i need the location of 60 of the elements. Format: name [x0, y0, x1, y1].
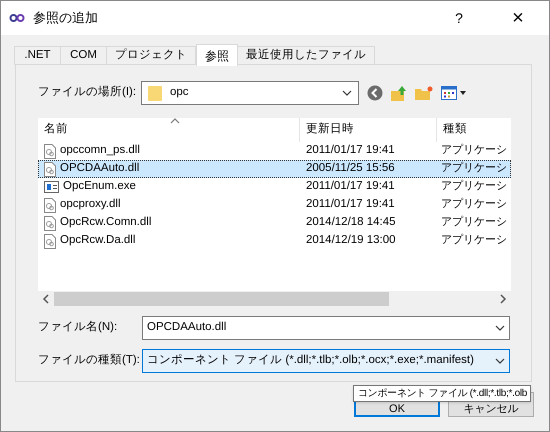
- field-label: ファイルの場所(I):: [38, 84, 138, 100]
- file-type: アプリケーシ: [441, 144, 507, 156]
- file-row[interactable]: opccomn_ps.dll 2011/01/17 19:41 アプリケーシ: [38, 142, 511, 160]
- window-icon: [44, 181, 59, 193]
- file-row[interactable]: opcproxy.dll 2011/01/17 19:41 アプリケーシ: [38, 196, 511, 214]
- column-header[interactable]: 更新日時: [300, 118, 437, 142]
- file-date: 2011/01/17 19:41: [306, 144, 395, 156]
- caret-icon: [495, 325, 505, 331]
- file-date: 2005/11/25 15:56: [306, 162, 395, 174]
- tab[interactable]: .NET: [14, 46, 61, 65]
- file-icon: [44, 162, 56, 176]
- file-type: アプリケーシ: [441, 234, 507, 246]
- file-name: OPCDAAuto.dll: [60, 161, 140, 176]
- file-name: opccomn_ps.dll: [60, 143, 140, 158]
- file-icon: [44, 216, 56, 230]
- scroll-left-icon[interactable]: [42, 294, 50, 304]
- file-row[interactable]: OpcRcw.Da.dll 2014/12/19 13:00 アプリケーシ: [38, 232, 511, 250]
- file-type: アプリケーシ: [441, 216, 507, 228]
- folder-icon: [148, 85, 162, 101]
- file-name: OpcEnum.exe: [63, 179, 136, 194]
- file-row[interactable]: OpcRcw.Comn.dll 2014/12/18 14:45 アプリケーシ: [38, 214, 511, 232]
- file-date: 2014/12/19 13:00: [306, 234, 396, 246]
- caret-icon: [495, 358, 505, 364]
- back-icon[interactable]: [367, 85, 383, 101]
- tab[interactable]: 参照: [196, 44, 238, 66]
- file-type: アプリケーシ: [441, 180, 507, 192]
- view-menu-icon[interactable]: [441, 85, 467, 101]
- new-folder-icon[interactable]: [415, 86, 433, 100]
- file-name: OpcRcw.Comn.dll: [60, 215, 152, 230]
- caret-icon: [342, 90, 352, 96]
- sort-caret-icon: [170, 118, 180, 124]
- scrollbar-thumb[interactable]: [54, 292, 389, 306]
- column-header[interactable]: 種類: [437, 118, 511, 142]
- help-button[interactable]: ?: [439, 8, 479, 28]
- close-button[interactable]: ×: [495, 8, 541, 28]
- file-name: OpcRcw.Da.dll: [60, 233, 136, 248]
- file-icon: [44, 234, 56, 248]
- file-name-field[interactable]: OPCDAAuto.dll: [142, 316, 510, 340]
- file-row[interactable]: OPCDAAuto.dll 2005/11/25 15:56 アプリケーシ: [38, 160, 511, 178]
- window-title: 参照の追加: [33, 9, 98, 28]
- field-label: ファイルの種類(T):: [38, 352, 141, 368]
- file-row[interactable]: OpcEnum.exe 2011/01/17 19:41 アプリケーシ: [38, 178, 511, 196]
- file-name: opcproxy.dll: [60, 197, 121, 212]
- file-date: 2011/01/17 19:41: [306, 180, 395, 192]
- folder-up-icon[interactable]: [391, 85, 407, 101]
- file-icon: [44, 144, 56, 158]
- file-type: アプリケーシ: [441, 162, 507, 174]
- tab[interactable]: 最近使用したファイル: [237, 46, 375, 65]
- scroll-right-icon[interactable]: [499, 294, 507, 304]
- file-date: 2014/12/18 14:45: [306, 216, 396, 228]
- tab[interactable]: プロジェクト: [106, 46, 196, 65]
- file-date: 2011/01/17 19:41: [306, 198, 395, 210]
- link-icon: [9, 13, 25, 23]
- file-icon: [44, 198, 56, 212]
- file-type-dropdown[interactable]: コンポーネント ファイル (*.dll;*.tlb;*.olb;*.ocx;*.exe;*.manifest): [142, 349, 510, 373]
- field-label: ファイル名(N):: [38, 320, 118, 336]
- tooltip: コンポーネント ファイル (*.dll;*.tlb;*.olb: [353, 385, 532, 402]
- column-header[interactable]: 名前: [38, 118, 300, 142]
- location-dropdown[interactable]: opc: [141, 81, 359, 105]
- file-type: アプリケーシ: [441, 198, 507, 210]
